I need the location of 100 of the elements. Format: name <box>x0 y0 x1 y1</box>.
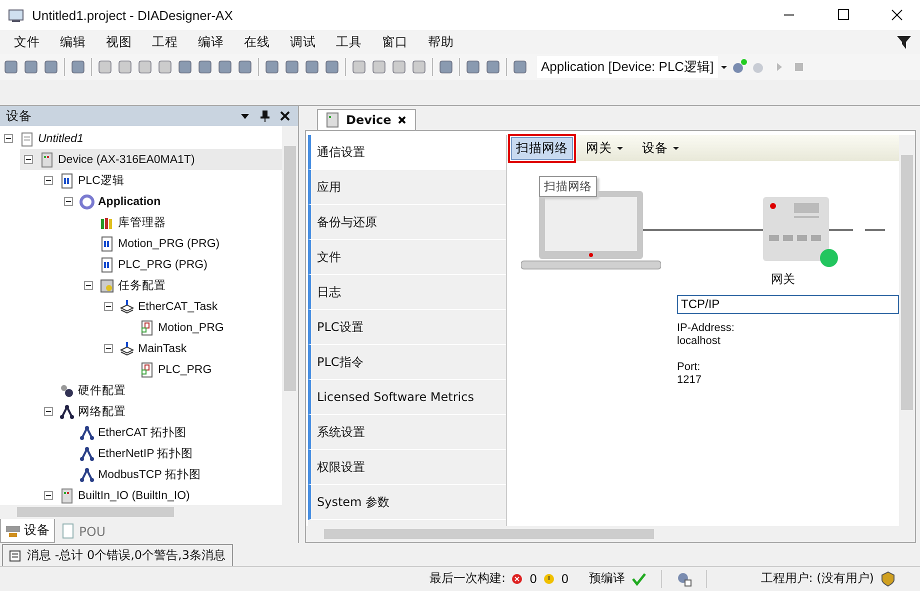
ip-address-label: IP-Address: <box>677 322 736 335</box>
settings-nav-item[interactable]: PLC设置 <box>308 310 506 345</box>
network-icon <box>59 404 75 420</box>
panel-tab[interactable]: 设备 <box>0 519 55 543</box>
filter-icon[interactable] <box>896 34 912 50</box>
tree-item[interactable]: EtherCAT_Task <box>100 296 282 317</box>
collapse-toggle-icon[interactable] <box>84 281 96 290</box>
tree-item[interactable]: ModbusTCP 拓扑图 <box>60 464 282 485</box>
protocol-field[interactable]: TCP/IP <box>677 295 899 314</box>
caret-icon <box>616 144 624 152</box>
gateway-label: 网关 <box>771 271 795 288</box>
dropdown-menu-button[interactable]: 网关 <box>581 136 629 160</box>
topology-icon <box>79 446 95 462</box>
message-list-icon <box>9 550 21 562</box>
tree-item[interactable]: 硬件配置 <box>40 380 282 401</box>
window-title: Untitled1.project - DIADesigner-AX <box>32 8 233 22</box>
tree-item[interactable]: EtherCAT 拓扑图 <box>60 422 282 443</box>
pou-icon <box>99 236 115 252</box>
task-icon <box>119 298 135 314</box>
editor-tab[interactable]: Device <box>317 109 416 130</box>
settings-nav-item[interactable]: 应用 <box>308 170 506 205</box>
menu-item[interactable]: 编辑 <box>60 34 86 50</box>
ip-address-value: localhost <box>677 335 722 348</box>
topology-icon <box>79 466 95 482</box>
program-call-icon <box>139 320 155 336</box>
settings-nav-item[interactable]: System 参数 <box>308 485 506 520</box>
collapse-toggle-icon[interactable] <box>4 134 16 143</box>
settings-nav-item[interactable]: 文件 <box>308 240 506 275</box>
close-icon[interactable] <box>278 109 292 123</box>
task-icon <box>119 340 135 356</box>
collapse-toggle-icon[interactable] <box>44 491 56 500</box>
settings-nav-item[interactable]: 权限设置 <box>308 450 506 485</box>
tree-item[interactable]: EtherNetIP 拓扑图 <box>60 443 282 464</box>
collapse-toggle-icon[interactable] <box>104 302 116 311</box>
horizontal-scrollbar[interactable] <box>0 505 298 519</box>
collapse-toggle-icon[interactable] <box>44 407 56 416</box>
settings-nav-item[interactable]: 日志 <box>308 275 506 310</box>
last-build-label: 最后一次构建: <box>429 570 506 587</box>
tree-item[interactable]: PLC_PRG (PRG) <box>80 254 282 275</box>
app-icon <box>8 7 24 23</box>
collapse-toggle-icon[interactable] <box>64 197 76 206</box>
menu-item[interactable]: 在线 <box>244 34 270 50</box>
program-call-icon <box>139 362 155 378</box>
device-icon <box>59 488 75 504</box>
tree-item[interactable]: Application <box>60 191 282 212</box>
tree-item[interactable]: PLC_PRG <box>120 359 282 380</box>
tree-item[interactable]: Device (AX-316EA0MA1T) <box>20 149 282 170</box>
warning-icon <box>543 572 556 584</box>
menu-item[interactable]: 工程 <box>152 34 178 50</box>
pin-icon[interactable] <box>258 109 272 123</box>
collapse-toggle-icon[interactable] <box>44 176 56 185</box>
dropdown-menu-button[interactable]: 设备 <box>637 136 685 160</box>
error-count: 0 <box>529 572 538 586</box>
tree-item[interactable]: 任务配置 <box>80 275 282 296</box>
topology-icon <box>79 424 95 440</box>
application-selector[interactable]: Application [Device: PLC逻辑] <box>537 56 718 78</box>
port-label: Port: <box>677 361 702 374</box>
pou-icon <box>99 256 115 272</box>
menu-item[interactable]: 视图 <box>106 34 132 50</box>
precompile-label: 预编译 <box>588 570 625 587</box>
menu-item[interactable]: 工具 <box>336 34 362 50</box>
settings-nav-item[interactable]: PLC指令 <box>308 345 506 380</box>
menu-item[interactable]: 调试 <box>290 34 316 50</box>
panel-tab[interactable]: POU <box>55 519 111 543</box>
collapse-toggle-icon[interactable] <box>24 155 36 164</box>
tree-item[interactable]: Motion_PRG <box>120 317 282 338</box>
menu-item[interactable]: 帮助 <box>428 34 454 50</box>
tree-item[interactable]: PLC逻辑 <box>40 170 282 191</box>
tree-item[interactable]: 库管理器 <box>80 212 282 233</box>
application-icon <box>79 194 95 210</box>
settings-nav-item[interactable]: 备份与还原 <box>308 205 506 240</box>
close-icon[interactable] <box>397 115 408 125</box>
settings-nav-item[interactable]: 通信设置 <box>308 135 506 170</box>
tree-item[interactable]: Motion_PRG (PRG) <box>80 233 282 254</box>
tree-item[interactable]: BuiltIn_IO (BuiltIn_IO) <box>40 485 282 505</box>
port-value: 1217 <box>677 374 702 387</box>
collapse-toggle-icon[interactable] <box>104 344 116 353</box>
tree-item[interactable]: 网络配置 <box>40 401 282 422</box>
menu-item[interactable]: 窗口 <box>382 34 408 50</box>
settings-nav-item[interactable]: 系统设置 <box>308 415 506 450</box>
vertical-scrollbar[interactable] <box>899 135 915 526</box>
messages-tab[interactable]: 消息 -总计 0个错误,0个警告,3条消息 <box>2 544 232 566</box>
shield-icon <box>880 570 896 586</box>
caret-icon <box>672 144 680 152</box>
project-user-label: 工程用户: (没有用户) <box>760 570 874 587</box>
project-icon <box>19 130 35 146</box>
tooltip: 扫描网络 <box>539 176 597 197</box>
device-icon <box>39 152 55 168</box>
warning-count: 0 <box>561 572 569 586</box>
menu-item[interactable]: 编译 <box>198 34 224 50</box>
vertical-scrollbar[interactable] <box>282 126 298 505</box>
tree-item[interactable]: MainTask <box>100 338 282 359</box>
settings-nav-item[interactable]: Licensed Software Metrics <box>308 380 506 415</box>
tree-item[interactable]: Untitled1 <box>0 128 282 149</box>
menu-item[interactable]: 文件 <box>14 34 40 50</box>
error-icon <box>511 572 524 584</box>
hardware-icon <box>59 382 75 398</box>
device-icon <box>326 112 340 128</box>
horizontal-scrollbar[interactable] <box>305 526 916 543</box>
plc-logic-icon <box>59 172 75 188</box>
